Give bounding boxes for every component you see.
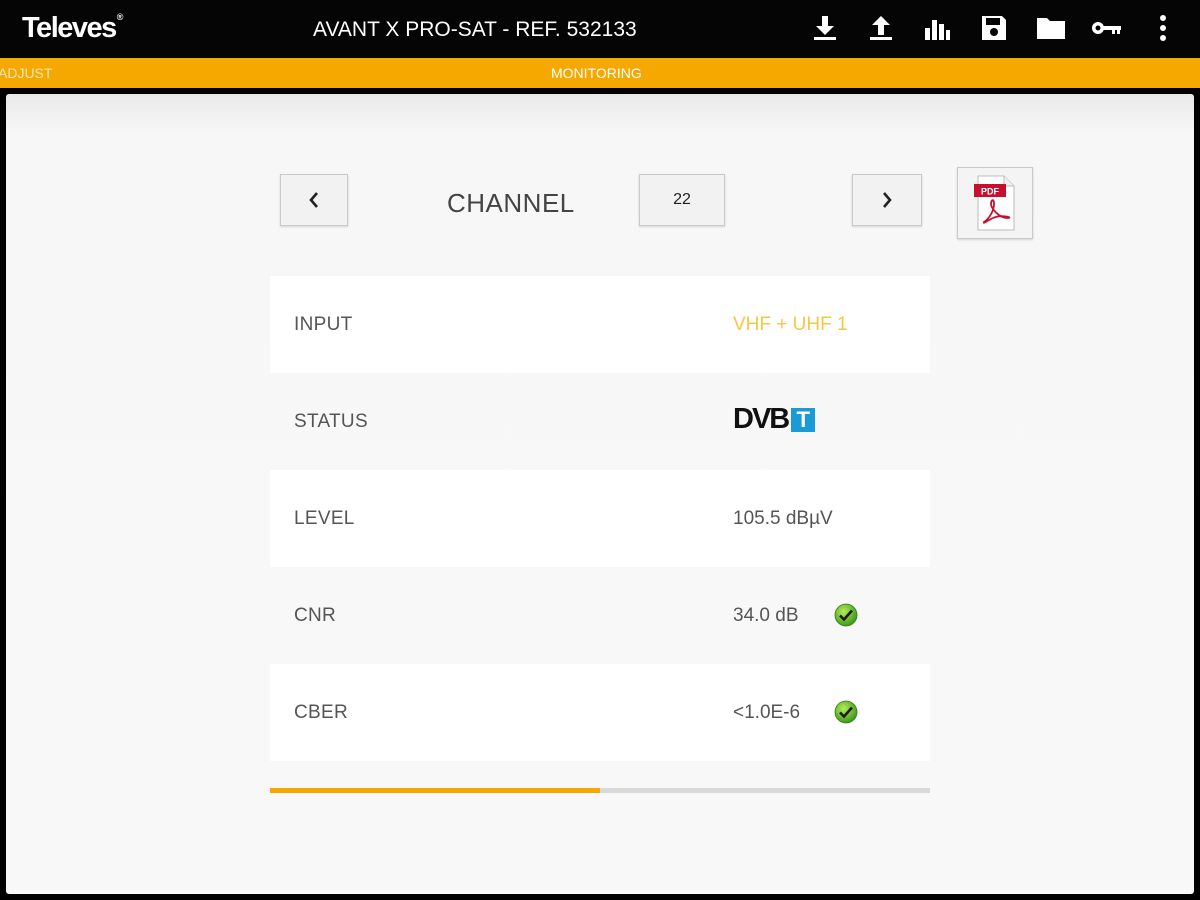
progress-fill <box>270 788 600 793</box>
row-status: STATUS DVB T <box>270 373 930 470</box>
pdf-icon: PDF <box>974 175 1015 231</box>
channel-number-field[interactable]: 22 <box>639 174 725 226</box>
row-label: CBER <box>294 701 348 723</box>
next-channel-button[interactable] <box>852 174 922 226</box>
page-progress-bar <box>270 788 930 793</box>
row-label: LEVEL <box>294 507 355 529</box>
row-cnr: CNR 34.0 dB <box>270 567 930 664</box>
app-title: AVANT X PRO-SAT - REF. 532133 <box>313 18 637 41</box>
row-label: STATUS <box>294 410 368 432</box>
chevron-left-icon <box>309 192 318 208</box>
chevron-right-icon <box>883 192 892 208</box>
key-icon[interactable] <box>1089 11 1123 45</box>
dvb-t-logo: DVB T <box>733 403 816 435</box>
dvb-text: DVB <box>733 403 790 435</box>
prev-channel-button[interactable] <box>280 174 348 226</box>
row-label: CNR <box>294 604 337 626</box>
folder-icon[interactable] <box>1034 11 1068 45</box>
more-vert-icon[interactable] <box>1146 11 1180 45</box>
pdf-label: PDF <box>981 187 1000 197</box>
download-icon[interactable] <box>808 11 842 45</box>
check-ok-icon <box>834 700 858 724</box>
channel-label: CHANNEL <box>447 188 575 218</box>
monitoring-panel: CHANNEL 22 PDF INPUT VHF + UHF 1 STATUS … <box>6 94 1194 894</box>
row-level: LEVEL 105.5 dBµV <box>270 470 930 567</box>
tab-monitoring[interactable]: MONITORING <box>551 65 642 81</box>
level-value: 105.5 dBµV <box>733 507 833 529</box>
row-input: INPUT VHF + UHF 1 <box>270 276 930 373</box>
tab-adjust[interactable]: ADJUST <box>0 65 52 81</box>
check-ok-icon <box>834 603 858 627</box>
tab-bar: ADJUST MONITORING <box>0 58 1200 88</box>
televes-logo: Televes® <box>22 12 123 44</box>
row-cber: CBER <1.0E-6 <box>270 664 930 761</box>
input-value[interactable]: VHF + UHF 1 <box>733 314 848 336</box>
top-bar: Televes® AVANT X PRO-SAT - REF. 532133 <box>0 0 1200 58</box>
measurement-list: INPUT VHF + UHF 1 STATUS DVB T LEVEL 105… <box>270 276 930 761</box>
upload-icon[interactable] <box>864 11 898 45</box>
export-pdf-button[interactable]: PDF <box>957 167 1033 239</box>
cber-value: <1.0E-6 <box>733 701 801 723</box>
dvb-badge: T <box>791 407 816 432</box>
save-icon[interactable] <box>977 11 1011 45</box>
row-label: INPUT <box>294 313 353 335</box>
bar-chart-icon[interactable] <box>920 11 954 45</box>
cnr-value: 34.0 dB <box>733 604 799 626</box>
